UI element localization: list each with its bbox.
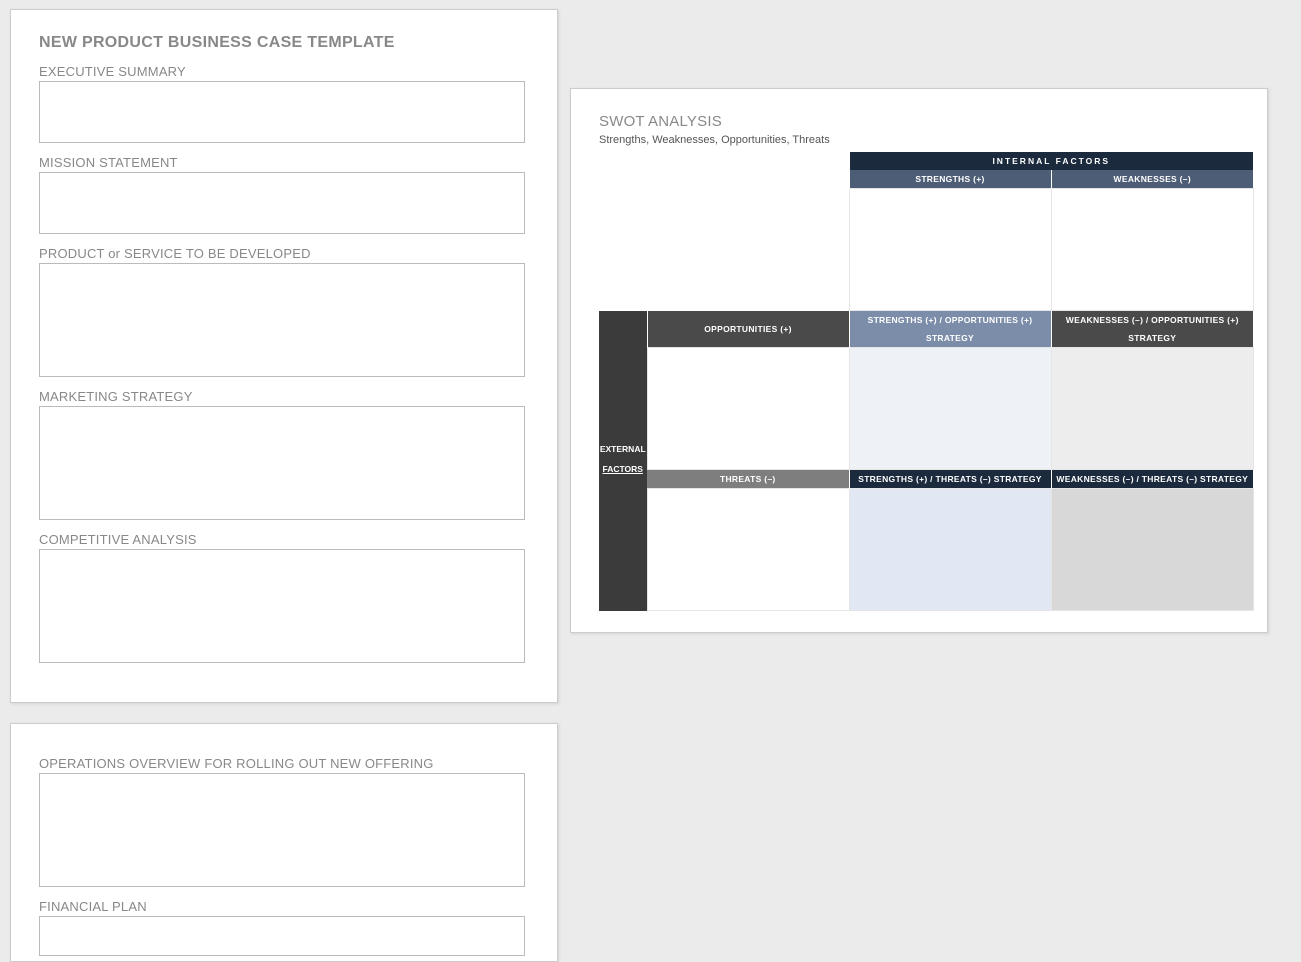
swot-so-header: STRENGTHS (+) / OPPORTUNITIES (+) STRATE… <box>849 311 1051 348</box>
field-executive-summary[interactable] <box>39 81 525 143</box>
swot-cell-strengths[interactable] <box>849 189 1051 311</box>
label-competitive-analysis: COMPETITIVE ANALYSIS <box>39 532 529 547</box>
label-mission-statement: MISSION STATEMENT <box>39 155 529 170</box>
swot-subtitle: Strengths, Weaknesses, Opportunities, Th… <box>599 134 1239 146</box>
field-financial-plan[interactable] <box>39 916 525 956</box>
swot-cell-so[interactable] <box>849 348 1051 470</box>
swot-weaknesses-header: WEAKNESSES (–) <box>1051 170 1253 189</box>
swot-external-factors-header: EXTERNAL FACTORS <box>599 311 647 611</box>
swot-cell-wo[interactable] <box>1051 348 1253 470</box>
swot-matrix: INTERNAL FACTORS STRENGTHS (+) WEAKNESSE… <box>599 152 1254 611</box>
swot-st-header: STRENGTHS (+) / THREATS (–) STRATEGY <box>849 470 1051 489</box>
field-marketing-strategy[interactable] <box>39 406 525 520</box>
label-marketing-strategy: MARKETING STRATEGY <box>39 389 529 404</box>
swot-strengths-header: STRENGTHS (+) <box>849 170 1051 189</box>
page-two: OPERATIONS OVERVIEW FOR ROLLING OUT NEW … <box>10 723 558 962</box>
swot-cell-threats[interactable] <box>647 489 849 611</box>
swot-internal-factors-header: INTERNAL FACTORS <box>849 152 1253 170</box>
swot-title: SWOT ANALYSIS <box>599 113 1239 130</box>
label-product-service: PRODUCT or SERVICE TO BE DEVELOPED <box>39 246 529 261</box>
page-swot: SWOT ANALYSIS Strengths, Weaknesses, Opp… <box>570 88 1268 633</box>
field-operations-overview[interactable] <box>39 773 525 887</box>
label-financial-plan: FINANCIAL PLAN <box>39 899 529 914</box>
swot-threats-header: THREATS (–) <box>647 470 849 489</box>
swot-cell-st[interactable] <box>849 489 1051 611</box>
field-mission-statement[interactable] <box>39 172 525 234</box>
swot-wo-header: WEAKNESSES (–) / OPPORTUNITIES (+) STRAT… <box>1051 311 1253 348</box>
field-product-service[interactable] <box>39 263 525 377</box>
document-title: NEW PRODUCT BUSINESS CASE TEMPLATE <box>39 34 529 52</box>
swot-cell-wt[interactable] <box>1051 489 1253 611</box>
swot-wt-header: WEAKNESSES (–) / THREATS (–) STRATEGY <box>1051 470 1253 489</box>
label-operations-overview: OPERATIONS OVERVIEW FOR ROLLING OUT NEW … <box>39 756 529 771</box>
swot-cell-weaknesses[interactable] <box>1051 189 1253 311</box>
swot-cell-opportunities[interactable] <box>647 348 849 470</box>
label-executive-summary: EXECUTIVE SUMMARY <box>39 64 529 79</box>
page-one: NEW PRODUCT BUSINESS CASE TEMPLATE EXECU… <box>10 9 558 703</box>
field-competitive-analysis[interactable] <box>39 549 525 663</box>
swot-opportunities-header: OPPORTUNITIES (+) <box>647 311 849 348</box>
